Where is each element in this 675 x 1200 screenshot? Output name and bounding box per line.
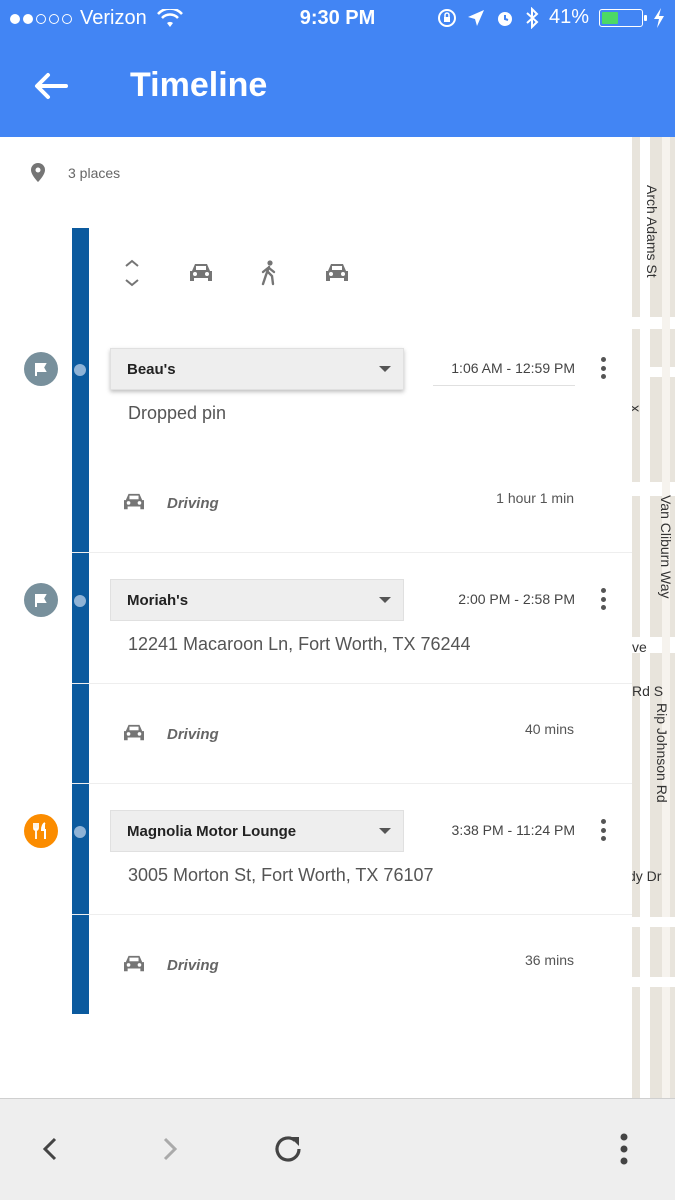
map-roads <box>632 137 675 1100</box>
status-right: 41% <box>437 6 665 29</box>
car-icon <box>124 955 144 972</box>
places-summary: 3 places <box>30 163 120 183</box>
car-icon <box>124 493 144 510</box>
status-bar: Verizon 9:30 PM 41% <box>0 0 675 38</box>
more-vert-icon[interactable] <box>598 357 608 379</box>
timeline-dot <box>74 364 86 376</box>
place-name: Magnolia Motor Lounge <box>127 823 297 840</box>
chevron-down-icon <box>379 828 391 834</box>
map-label-arch-adams: Arch Adams St <box>644 185 660 278</box>
segment-divider <box>72 683 632 684</box>
timeline-rail <box>72 228 89 1014</box>
places-count: 3 places <box>68 165 121 181</box>
place-address: Dropped pin <box>128 403 227 423</box>
charging-icon <box>654 7 664 28</box>
travel-duration: 1 hour 1 min <box>496 490 574 506</box>
more-vert-icon[interactable] <box>604 1129 644 1169</box>
more-vert-icon[interactable] <box>598 588 608 610</box>
segment-divider <box>72 914 632 915</box>
walk-icon[interactable] <box>258 260 280 286</box>
timeline-dot <box>74 595 86 607</box>
map-label-rd-s: Rd S <box>632 683 664 699</box>
place-address: 3005 Morton St, Fort Worth, TX 76107 <box>128 865 434 885</box>
travel-duration: 40 mins <box>524 721 574 737</box>
place-name: Moriah's <box>127 592 189 609</box>
map-label-dy-dr: dy Dr <box>632 868 662 884</box>
place-name: Beau's <box>127 361 176 378</box>
rotation-lock-icon <box>437 8 456 27</box>
restaurant-icon <box>24 814 58 848</box>
travel-mode-label: Driving <box>167 726 219 743</box>
travel-mode-label: Driving <box>167 495 219 512</box>
place-address: 12241 Macaroon Ln, Fort Worth, TX 76244 <box>128 634 471 654</box>
segment-divider <box>72 552 632 553</box>
map-strip[interactable]: Arch Adams St x Van Cliburn Way ve Rd S … <box>632 137 675 1100</box>
app-header: Verizon 9:30 PM 41% Timeline <box>0 0 675 137</box>
arrow-back-icon[interactable] <box>30 66 70 106</box>
map-label-ve: ve <box>632 639 647 655</box>
place-select[interactable]: Beau's <box>110 348 404 390</box>
more-vert-icon[interactable] <box>598 819 608 841</box>
flag-icon <box>24 583 58 617</box>
mode-toolbar <box>120 258 350 288</box>
reload-icon[interactable] <box>268 1129 308 1169</box>
car-icon[interactable] <box>188 262 214 284</box>
battery-percent: 41% <box>548 6 589 28</box>
chevron-down-icon <box>379 366 391 372</box>
time-range[interactable]: 1:06 AM - 12:59 PM <box>433 360 575 386</box>
battery-icon <box>599 8 647 27</box>
map-label-van-cliburn: Van Cliburn Way <box>658 495 674 599</box>
segment-divider <box>72 783 632 784</box>
place-select[interactable]: Magnolia Motor Lounge <box>110 810 404 852</box>
forward-icon[interactable] <box>150 1129 190 1169</box>
car-icon[interactable] <box>324 262 350 284</box>
car-icon <box>124 724 144 741</box>
browser-toolbar <box>0 1098 675 1200</box>
map-label-x: x <box>632 405 644 412</box>
location-pin-icon <box>31 163 45 182</box>
travel-duration: 36 mins <box>524 952 574 968</box>
flag-icon <box>24 352 58 386</box>
travel-mode-label: Driving <box>167 957 219 974</box>
timeline-dot <box>74 826 86 838</box>
time-range[interactable]: 3:38 PM - 11:24 PM <box>452 822 575 838</box>
map-label-rip-johnson: Rip Johnson Rd <box>654 703 670 803</box>
chevron-down-icon <box>379 597 391 603</box>
time-range[interactable]: 2:00 PM - 2:58 PM <box>458 591 575 607</box>
alarm-icon <box>497 11 512 26</box>
page-title: Timeline <box>130 66 268 104</box>
bluetooth-icon <box>526 6 539 29</box>
expand-collapse-icon[interactable] <box>120 258 144 288</box>
location-arrow-icon <box>467 9 484 26</box>
back-icon[interactable] <box>30 1129 70 1169</box>
place-select[interactable]: Moriah's <box>110 579 404 621</box>
